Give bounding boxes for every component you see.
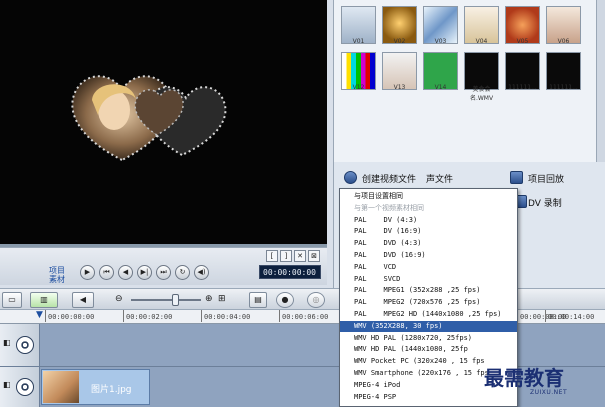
create-video-icon[interactable]: [344, 171, 357, 184]
record-capture-icon[interactable]: ●: [276, 292, 294, 308]
fit-project-icon[interactable]: ⊞: [218, 294, 226, 304]
mark-in-button[interactable]: [: [266, 250, 278, 262]
menu-item[interactable]: PAL MPEG2 HD (1440x1080 ,25 fps): [340, 309, 517, 320]
ruler-tick: 00:00:04:00: [200, 310, 251, 322]
menu-item[interactable]: 与项目设置相同: [340, 191, 517, 202]
menu-item[interactable]: WMV HD PAL (1280x720, 25fps): [340, 333, 517, 344]
track-toggle-icon[interactable]: ◧: [3, 380, 11, 389]
library-thumb-label: V02: [393, 38, 406, 45]
create-video-button[interactable]: 创建视频文件: [362, 172, 416, 185]
heart-photo-frame-icon: [71, 75, 227, 162]
audio-view-icon[interactable]: ◀: [72, 292, 94, 308]
mark-out-button[interactable]: ]: [280, 250, 292, 262]
menu-item: 与第一个视频素材相同: [354, 203, 424, 212]
library-thumb-label: V05: [516, 38, 529, 45]
library-thumb-label: V14: [434, 84, 447, 91]
menu-item[interactable]: PAL DV (4:3): [340, 215, 517, 226]
insert-media-icon[interactable]: ▤: [249, 292, 267, 308]
timecode-display[interactable]: 00:00:00:00: [259, 265, 321, 279]
end-button[interactable]: ⏭: [156, 265, 171, 280]
menu-item[interactable]: WMV (352X288, 30 fps): [340, 320, 517, 332]
project-playback-button[interactable]: 项目回放: [528, 172, 564, 185]
zoom-slider-track[interactable]: [131, 299, 201, 301]
track-toggle-icon[interactable]: ◧: [3, 338, 11, 347]
play-button[interactable]: ▶: [80, 265, 95, 280]
zoom-out-icon[interactable]: ⊖: [115, 294, 123, 304]
library-thumb-label: V06: [557, 38, 570, 45]
create-sound-file-button[interactable]: 声文件: [426, 172, 453, 185]
mix-audio-icon[interactable]: ◎: [307, 292, 325, 308]
next-frame-button[interactable]: ▶|: [137, 265, 152, 280]
ruler-tick: 00:00:14:00: [544, 310, 595, 322]
film-reel-icon: [16, 378, 34, 396]
menu-item[interactable]: PAL VCD: [340, 262, 517, 273]
ruler-tick: 00:00:00:00: [44, 310, 95, 322]
watermark-logo: 最需教育 ZUIXU.NET: [478, 362, 603, 406]
cut-clip-button[interactable]: ✕: [294, 250, 306, 262]
clip-name: 图片1.jpg: [91, 385, 132, 395]
dv-record-button[interactable]: DV 录制: [528, 196, 562, 209]
repeat-button[interactable]: ↻: [175, 265, 190, 280]
volume-button[interactable]: ◀): [194, 265, 209, 280]
film-reel-icon: [16, 336, 34, 354]
library-thumb-label: 111111...: [549, 84, 578, 91]
image-clip[interactable]: 图片1.jpg: [41, 369, 150, 405]
home-button[interactable]: ⏮: [99, 265, 114, 280]
clip-thumbnail: [43, 371, 79, 403]
watermark-text: 最需教育: [484, 366, 564, 390]
mode-clip-label[interactable]: 素材: [49, 274, 65, 285]
menu-item[interactable]: PAL SVCD: [340, 274, 517, 285]
overlay-track-header: ◧: [0, 367, 40, 407]
menu-item[interactable]: PAL MPEG1 (352x288 ,25 fps): [340, 285, 517, 296]
project-playback-icon[interactable]: [510, 171, 523, 184]
menu-item[interactable]: PAL MPEG2 (720x576 ,25 fps): [340, 297, 517, 308]
zoom-slider-thumb[interactable]: [172, 294, 179, 306]
menu-item[interactable]: WMV HD PAL (1440x1080, 25fp: [340, 344, 517, 355]
storyboard-view-icon[interactable]: ▭: [2, 292, 22, 308]
menu-item[interactable]: PAL DV (16:9): [340, 226, 517, 237]
previous-frame-button[interactable]: ◀: [118, 265, 133, 280]
library-thumb-label: V04: [475, 38, 488, 45]
library-thumb-label: 美食会名.WMV: [469, 86, 494, 102]
library-scrollbar[interactable]: [596, 0, 605, 162]
ruler-tick: 00:00:02:00: [122, 310, 173, 322]
video-track-header: ◧: [0, 324, 40, 366]
media-library: V01 V02 V03 V04 V05 V06 V12 V13 V14 美食会名…: [333, 0, 605, 162]
menu-item[interactable]: PAL DVD (4:3): [340, 238, 517, 249]
playhead-icon[interactable]: ▼: [36, 310, 43, 320]
zoom-in-icon[interactable]: ⊕: [205, 294, 213, 304]
watermark-subtext: ZUIXU.NET: [530, 389, 568, 396]
library-thumb-label: V03: [434, 38, 447, 45]
ruler-tick: 00:00:06:00: [278, 310, 329, 322]
preview-window: [0, 0, 327, 246]
timeline-view-icon[interactable]: ▥: [30, 292, 58, 308]
menu-item[interactable]: PAL DVD (16:9): [340, 250, 517, 261]
library-thumb-label: 111111...: [508, 84, 537, 91]
library-thumb-label: V01: [352, 38, 365, 45]
library-thumb-label: V13: [393, 84, 406, 91]
enlarge-preview-button[interactable]: ⊠: [308, 250, 320, 262]
library-thumb-label: V12: [352, 84, 365, 91]
